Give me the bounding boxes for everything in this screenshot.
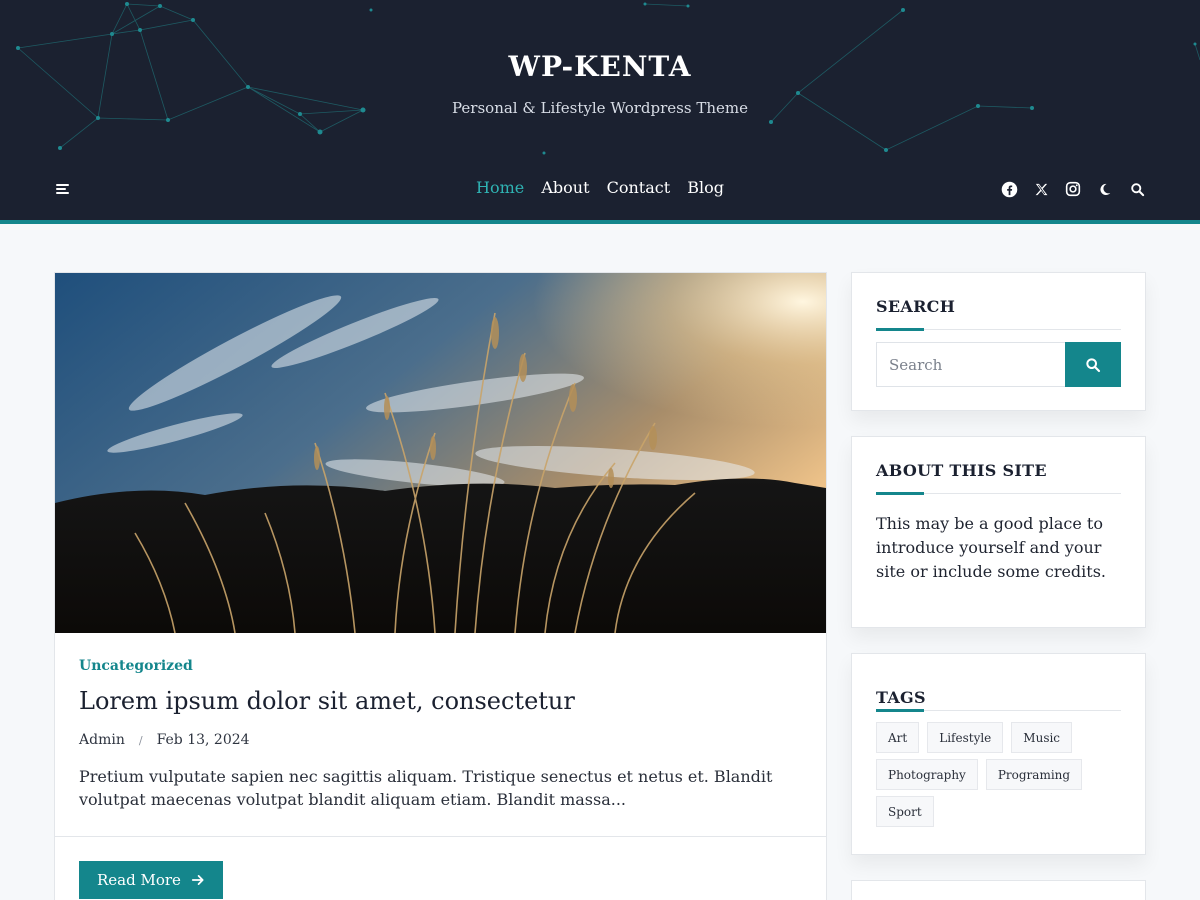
nav-item-contact[interactable]: Contact	[607, 178, 671, 197]
tag-programing[interactable]: Programing	[985, 759, 1083, 790]
dark-mode-moon-icon[interactable]	[1096, 179, 1114, 199]
search-icon	[1086, 357, 1101, 372]
post-divider	[55, 836, 826, 837]
tag-photography[interactable]: Photography	[876, 759, 978, 790]
nav-item-home[interactable]: Home	[476, 178, 524, 197]
post-card: Uncategorized Lorem ipsum dolor sit amet…	[54, 272, 827, 900]
post-meta: Admin / Feb 13, 2024	[79, 732, 250, 748]
site-header: WP-KENTA Personal & Lifestyle Wordpress …	[0, 0, 1200, 224]
tags-widget: TAGS Art Lifestyle Music Photography Pro…	[851, 653, 1146, 855]
post-date[interactable]: Feb 13, 2024	[157, 732, 250, 748]
tags-widget-title: TAGS	[876, 688, 926, 707]
search-widget: SEARCH	[851, 272, 1146, 411]
tag-art[interactable]: Art	[876, 722, 920, 753]
header-icon-bar	[1000, 179, 1146, 199]
site-tagline: Personal & Lifestyle Wordpress Theme	[452, 99, 748, 117]
site-title[interactable]: WP-KENTA	[0, 50, 1200, 83]
widget-title-underline	[876, 709, 1121, 712]
search-icon[interactable]	[1128, 179, 1146, 199]
about-widget: ABOUT THIS SITE This may be a good place…	[851, 436, 1146, 628]
header-accent-bar	[0, 220, 1200, 224]
tag-lifestyle[interactable]: Lifestyle	[927, 722, 1004, 753]
post-author[interactable]: Admin	[79, 732, 125, 748]
meta-separator: /	[138, 733, 143, 747]
search-widget-title: SEARCH	[876, 297, 956, 316]
nav-item-about[interactable]: About	[541, 178, 589, 197]
post-excerpt: Pretium vulputate sapien nec sagittis al…	[79, 767, 773, 809]
widget-title-underline	[876, 328, 1121, 331]
about-widget-title: ABOUT THIS SITE	[876, 461, 1047, 480]
nav-item-blog[interactable]: Blog	[687, 178, 724, 197]
post-category-link[interactable]: Uncategorized	[79, 658, 193, 674]
facebook-icon[interactable]	[1000, 179, 1018, 199]
post-featured-image[interactable]	[55, 273, 826, 633]
tag-cloud: Art Lifestyle Music Photography Programi…	[876, 722, 1126, 827]
read-more-label: Read More	[97, 871, 181, 889]
about-text: This may be a good place to introduce yo…	[876, 514, 1107, 581]
instagram-icon[interactable]	[1064, 179, 1082, 199]
tag-sport[interactable]: Sport	[876, 796, 934, 827]
post-title[interactable]: Lorem ipsum dolor sit amet, consectetur	[79, 687, 575, 715]
next-widget	[851, 880, 1146, 900]
tag-music[interactable]: Music	[1011, 722, 1073, 753]
arrow-right-icon	[191, 875, 204, 885]
search-submit-button[interactable]	[1065, 342, 1121, 387]
x-twitter-icon[interactable]	[1032, 179, 1050, 199]
read-more-button[interactable]: Read More	[79, 861, 223, 899]
widget-title-underline	[876, 492, 1121, 495]
search-input[interactable]	[876, 342, 1066, 387]
